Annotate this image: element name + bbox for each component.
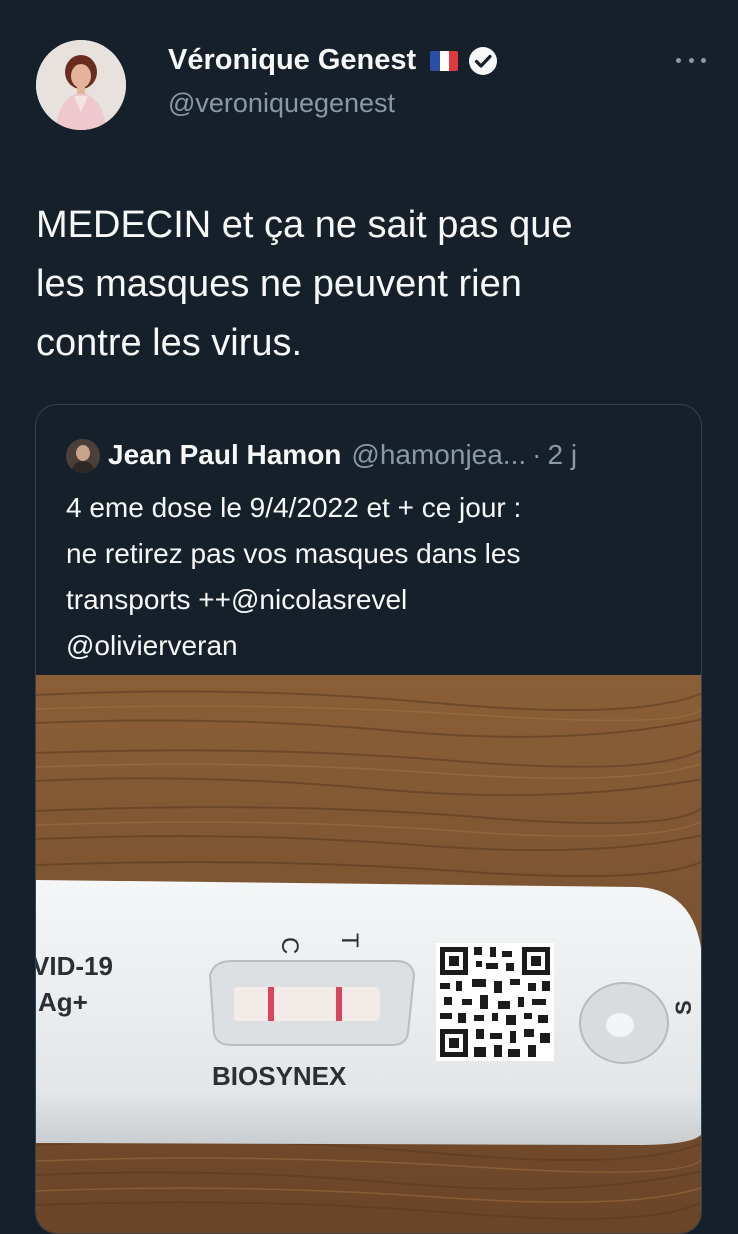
tweet-text: MEDECIN et ça ne sait pas que les masque… (36, 196, 696, 373)
quoted-timestamp[interactable]: 2 j (547, 439, 577, 471)
quoted-line: @olivierveran (66, 630, 238, 661)
cassette-edge-letter: S (671, 1000, 696, 1015)
control-line (268, 987, 274, 1021)
quoted-author-avatar[interactable] (66, 439, 100, 473)
header-separator: · (532, 439, 542, 470)
cassette-label-line1: VID-19 (36, 951, 113, 981)
tweet-line: contre les virus. (36, 322, 303, 364)
tweet-line: MEDECIN et ça ne sait pas que (36, 204, 573, 246)
quoted-line: ne retirez pas vos masques dans les (66, 538, 521, 569)
verified-badge-icon (469, 46, 498, 75)
cassette-label-line2: Ag+ (38, 987, 88, 1017)
marker-c: C (276, 937, 303, 954)
more-options-icon[interactable] (676, 50, 706, 70)
qr-code (436, 943, 554, 1061)
tweet-line: les masques ne peuvent rien (36, 263, 522, 305)
author-avatar[interactable] (36, 40, 126, 130)
quoted-line: 4 eme dose le 9/4/2022 et + ce jour : (66, 492, 522, 523)
quoted-tweet-text: 4 eme dose le 9/4/2022 et + ce jour : ne… (66, 485, 686, 669)
brand-logo: BIOSYNEX (212, 1061, 347, 1091)
quoted-tweet-card[interactable]: Jean Paul Hamon @hamonjea... · 2 j 4 eme… (35, 404, 702, 1234)
author-name[interactable]: Véronique Genest (168, 44, 416, 77)
test-line (336, 987, 342, 1021)
marker-t: T (336, 933, 363, 948)
quoted-line: transports ++@nicolasrevel (66, 584, 408, 615)
quoted-author-handle[interactable]: @hamonjea... (351, 439, 526, 471)
quoted-header: Jean Paul Hamon @hamonjea... · 2 j (108, 439, 577, 471)
quoted-media-photo[interactable]: VID-19 Ag+ C T BIOSYNEX S (36, 675, 701, 1233)
author-handle[interactable]: @veroniquegenest (168, 88, 395, 119)
quoted-author-name[interactable]: Jean Paul Hamon (108, 439, 341, 471)
author-name-row[interactable]: Véronique Genest (168, 44, 498, 77)
french-flag-icon (430, 50, 459, 71)
